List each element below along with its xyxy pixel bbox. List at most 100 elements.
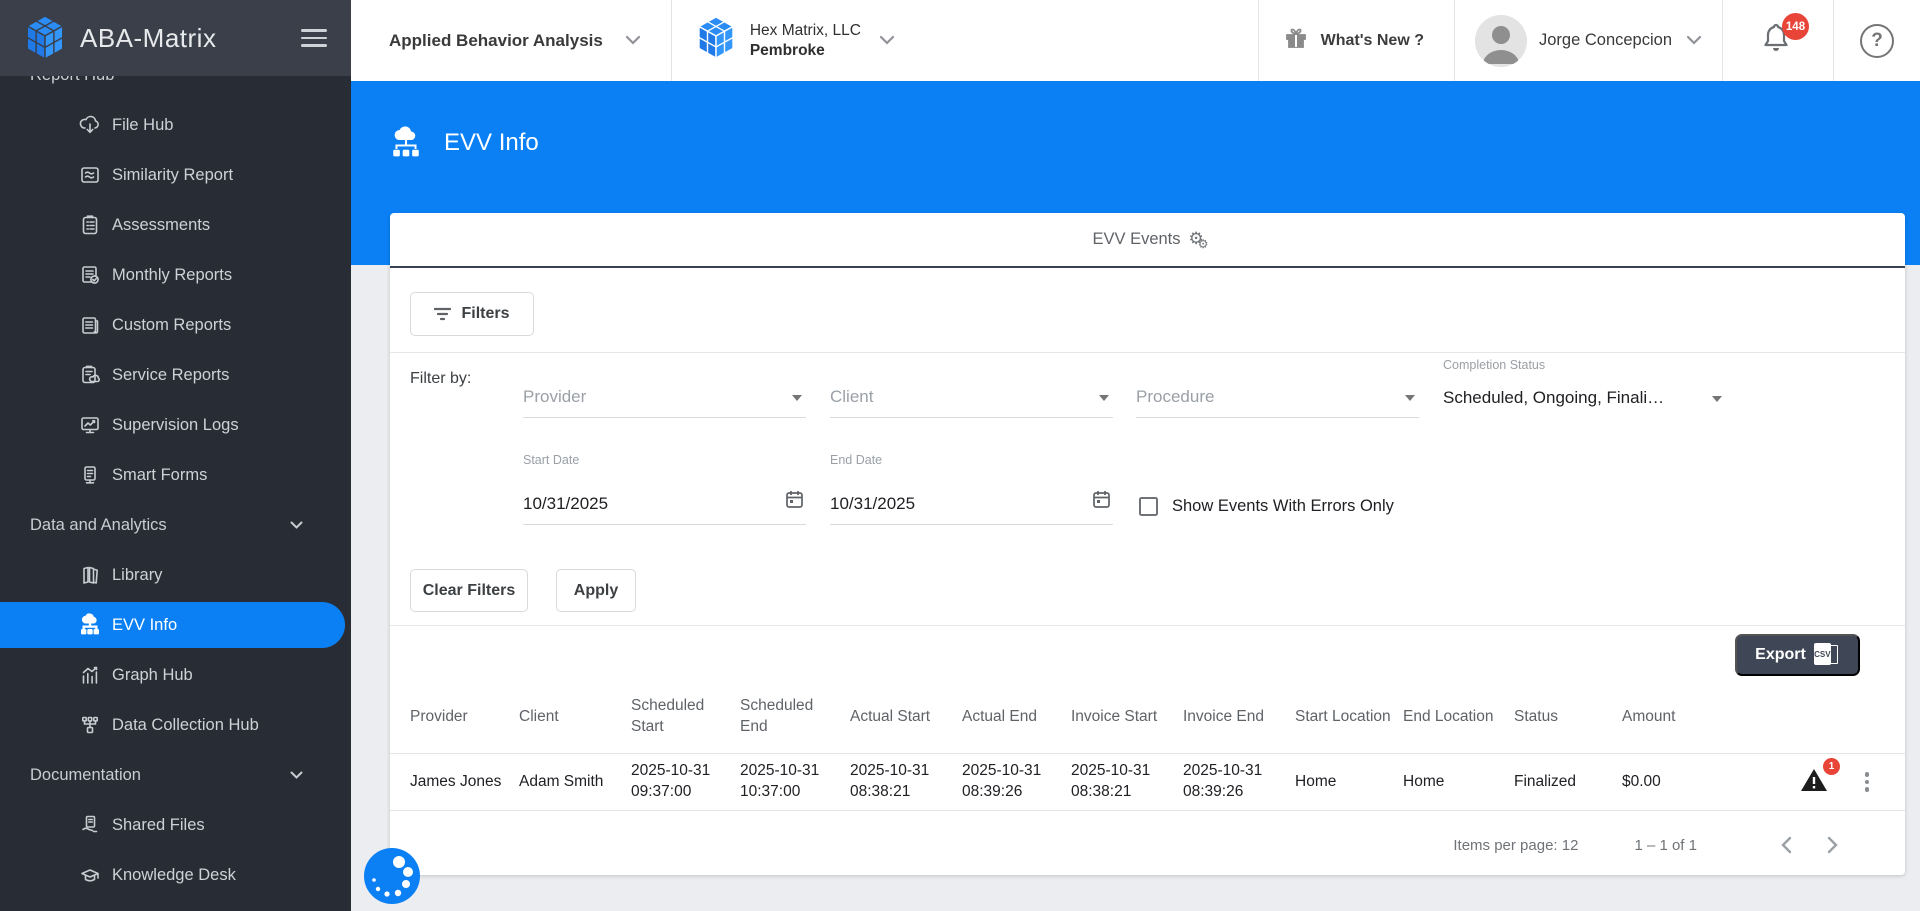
sidebar-item-supervision-logs[interactable]: Supervision Logs — [0, 400, 351, 450]
cell-actual-end: 2025-10-31 08:39:26 — [962, 761, 1071, 803]
evv-info-icon — [388, 125, 424, 161]
calendar-icon[interactable] — [1092, 489, 1111, 514]
sidebar-item-smart-forms[interactable]: Smart Forms — [0, 450, 351, 500]
library-icon — [78, 563, 102, 587]
supervision-logs-icon — [78, 413, 102, 437]
table-row[interactable]: James Jones Adam Smith 2025-10-31 09:37:… — [390, 753, 1905, 811]
sidebar-section-label: Data and Analytics — [30, 516, 167, 535]
procedure-select[interactable]: Procedure — [1136, 368, 1419, 418]
sidebar-item-similarity-report[interactable]: Similarity Report — [0, 150, 351, 200]
user-menu[interactable]: Jorge Concepcion — [1455, 0, 1722, 81]
filters-button[interactable]: Filters — [410, 292, 534, 336]
sidebar-item-service-reports[interactable]: Service Reports — [0, 350, 351, 400]
sidebar-item-label: Custom Reports — [112, 316, 231, 335]
tab-label: EVV Events — [1092, 230, 1180, 249]
menu-toggle-icon[interactable] — [301, 29, 327, 47]
widget-launcher-button[interactable] — [363, 847, 421, 905]
dropdown-arrow-icon — [1099, 395, 1109, 401]
start-date-label: Start Date — [523, 453, 579, 467]
product-selector[interactable]: Applied Behavior Analysis — [351, 0, 671, 81]
sidebar-section-data-and-analytics[interactable]: Data and Analytics — [0, 500, 351, 550]
table-header-row: Provider Client Scheduled Start Schedule… — [390, 681, 1905, 753]
client-select[interactable]: Client — [830, 368, 1113, 418]
graph-hub-icon — [78, 663, 102, 687]
sidebar-item-graph-hub[interactable]: Graph Hub — [0, 650, 351, 700]
help-button[interactable]: ? — [1860, 24, 1894, 58]
sidebar-item-knowledge-desk[interactable]: Knowledge Desk — [0, 850, 351, 900]
sidebar-item-label: Data Collection Hub — [112, 716, 259, 735]
sidebar-item-label: Monthly Reports — [112, 266, 232, 285]
csv-file-icon: CSV — [1814, 643, 1840, 667]
provider-select[interactable]: Provider — [523, 368, 806, 418]
apply-button[interactable]: Apply — [556, 569, 636, 612]
sidebar-item-assessments[interactable]: Assessments — [0, 200, 351, 250]
divider — [1722, 0, 1723, 81]
service-reports-icon — [78, 363, 102, 387]
end-date-label: End Date — [830, 453, 882, 467]
sidebar: Report Hub ABA-Matrix File Hub Similarit… — [0, 0, 351, 911]
sidebar-item-shared-files[interactable]: Shared Files — [0, 800, 351, 850]
chevron-down-icon — [879, 32, 895, 50]
sidebar-section-documentation[interactable]: Documentation — [0, 750, 351, 800]
shared-files-icon — [78, 813, 102, 837]
column-header: Invoice End — [1183, 707, 1295, 728]
warning-button[interactable]: 1 — [1800, 768, 1828, 797]
knowledge-desk-icon — [78, 863, 102, 887]
column-header: Amount — [1622, 707, 1732, 728]
whats-new-button[interactable]: What's New ? — [1259, 0, 1454, 81]
column-header: End Location — [1403, 707, 1514, 728]
sidebar-item-evv-info[interactable]: EVV Info — [0, 600, 351, 650]
cell-invoice-end: 2025-10-31 08:39:26 — [1183, 761, 1295, 803]
completion-status-label: Completion Status — [1443, 358, 1545, 372]
clear-filters-button[interactable]: Clear Filters — [410, 569, 528, 612]
column-header: Status — [1514, 707, 1622, 728]
sidebar-item-label: File Hub — [112, 116, 173, 135]
app-logo-cube-icon — [24, 15, 66, 61]
sidebar-item-custom-reports[interactable]: Custom Reports — [0, 300, 351, 350]
sidebar-item-data-collection-hub[interactable]: Data Collection Hub — [0, 700, 351, 750]
items-per-page[interactable]: Items per page: 12 — [1453, 837, 1578, 854]
cell-invoice-start: 2025-10-31 08:38:21 — [1071, 761, 1183, 803]
sidebar-item-label: EVV Info — [112, 616, 177, 635]
column-header: Client — [519, 707, 631, 728]
evv-events-card: EVV Events ⚙⚙ Filters Filter by: Provide… — [390, 213, 1905, 875]
sidebar-item-label: Assessments — [112, 216, 210, 235]
previous-page-button[interactable] — [1763, 825, 1809, 865]
notifications-button[interactable]: 148 — [1761, 22, 1791, 59]
gift-icon — [1283, 25, 1309, 56]
sidebar-header: ABA-Matrix — [0, 0, 351, 76]
calendar-icon[interactable] — [785, 489, 804, 514]
assessments-icon — [78, 213, 102, 237]
cell-provider: James Jones — [410, 772, 519, 793]
chevron-down-icon — [1686, 32, 1702, 50]
notification-badge: 148 — [1782, 13, 1809, 40]
completion-status-select[interactable]: Completion Status Scheduled, Ongoing, Fi… — [1443, 368, 1726, 418]
evv-info-icon — [78, 613, 102, 637]
sidebar-item-file-hub[interactable]: File Hub — [0, 100, 351, 150]
sidebar-item-library[interactable]: Library — [0, 550, 351, 600]
chevron-down-icon — [290, 516, 303, 535]
page-title: EVV Info — [444, 129, 539, 157]
dropdown-arrow-icon — [792, 395, 802, 401]
question-mark-icon: ? — [1871, 30, 1883, 52]
custom-reports-icon — [78, 313, 102, 337]
show-errors-only-checkbox[interactable]: Show Events With Errors Only — [1139, 497, 1394, 516]
column-header: Invoice Start — [1071, 707, 1183, 728]
start-date-input[interactable]: Start Date 10/31/2025 — [523, 475, 806, 525]
page-range: 1 – 1 of 1 — [1634, 837, 1697, 854]
sidebar-item-label: Similarity Report — [112, 166, 233, 185]
organization-selector[interactable]: Hex Matrix, LLC Pembroke — [672, 0, 921, 81]
similarity-report-icon — [78, 163, 102, 187]
export-csv-button[interactable]: Export CSV — [1735, 634, 1860, 676]
avatar — [1475, 15, 1527, 67]
end-date-input[interactable]: End Date 10/31/2025 — [830, 475, 1113, 525]
dropdown-arrow-icon — [1405, 395, 1415, 401]
sidebar-section-label: Documentation — [30, 766, 141, 785]
sidebar-item-monthly-reports[interactable]: Monthly Reports — [0, 250, 351, 300]
settings-gears-icon[interactable]: ⚙⚙ — [1189, 229, 1203, 251]
column-header: Actual Start — [850, 707, 962, 728]
row-menu-button[interactable] — [1865, 772, 1870, 792]
next-page-button[interactable] — [1809, 825, 1855, 865]
tab-evv-events[interactable]: EVV Events ⚙⚙ — [390, 213, 1905, 268]
column-header: Scheduled Start — [631, 696, 740, 738]
